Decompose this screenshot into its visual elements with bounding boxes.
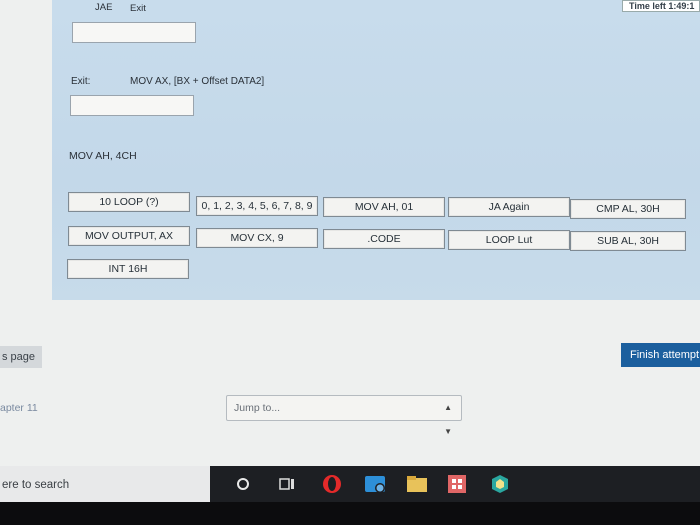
browser-icon[interactable] [490,474,510,499]
exit-label: Exit: [71,76,91,87]
choice-chip-9[interactable]: LOOP Lut [448,230,570,250]
previous-page-button[interactable]: s page [0,346,42,368]
static-instruction: MOV AH, 4CH [69,150,137,162]
cortana-icon[interactable] [236,477,250,496]
drop-zone-1[interactable] [72,22,196,43]
choice-chip-3[interactable]: MOV AH, 01 [323,197,445,217]
drop-zone-2[interactable] [70,95,194,116]
file-explorer-icon[interactable] [406,474,428,499]
jae-label: JAE [95,2,113,13]
choice-chip-10[interactable]: SUB AL, 30H [570,231,686,251]
teamviewer-icon[interactable] [364,473,386,500]
finish-attempt-button[interactable]: Finish attempt [621,343,700,367]
jump-to-placeholder: Jump to... [234,402,281,414]
time-left-timer: Time left 1:49:1 [622,0,700,12]
choice-chip-2[interactable]: 0, 1, 2, 3, 4, 5, 6, 7, 8, 9 [196,196,318,216]
choice-chip-8[interactable]: .CODE [323,229,445,249]
instruction-line: MOV AX, [BX + Offset DATA2] [130,76,265,87]
choice-chip-4[interactable]: JA Again [448,197,570,217]
choice-chip-1[interactable]: 10 LOOP (?) [68,192,190,212]
chapter-link[interactable]: apter 11 [0,402,38,414]
choice-chip-7[interactable]: MOV CX, 9 [196,228,318,248]
opera-icon[interactable] [321,473,343,500]
choice-chip-6[interactable]: MOV OUTPUT, AX [68,226,190,246]
task-view-icon[interactable] [279,476,295,497]
question-panel: JAE Exit Exit: MOV AX, [BX + Offset DATA… [52,0,700,300]
monitor-bezel [0,502,700,525]
choice-chip-11[interactable]: INT 16H [67,259,189,279]
taskbar-search[interactable]: ere to search [0,466,210,502]
choice-chip-5[interactable]: CMP AL, 30H [570,199,686,219]
exit-top-label: Exit [130,3,146,14]
jump-to-select[interactable]: Jump to... ▲ ▼ [226,395,462,436]
store-icon[interactable] [447,474,467,499]
taskbar: ere to search [0,466,700,502]
select-caret-icon: ▲ ▼ [444,403,452,436]
